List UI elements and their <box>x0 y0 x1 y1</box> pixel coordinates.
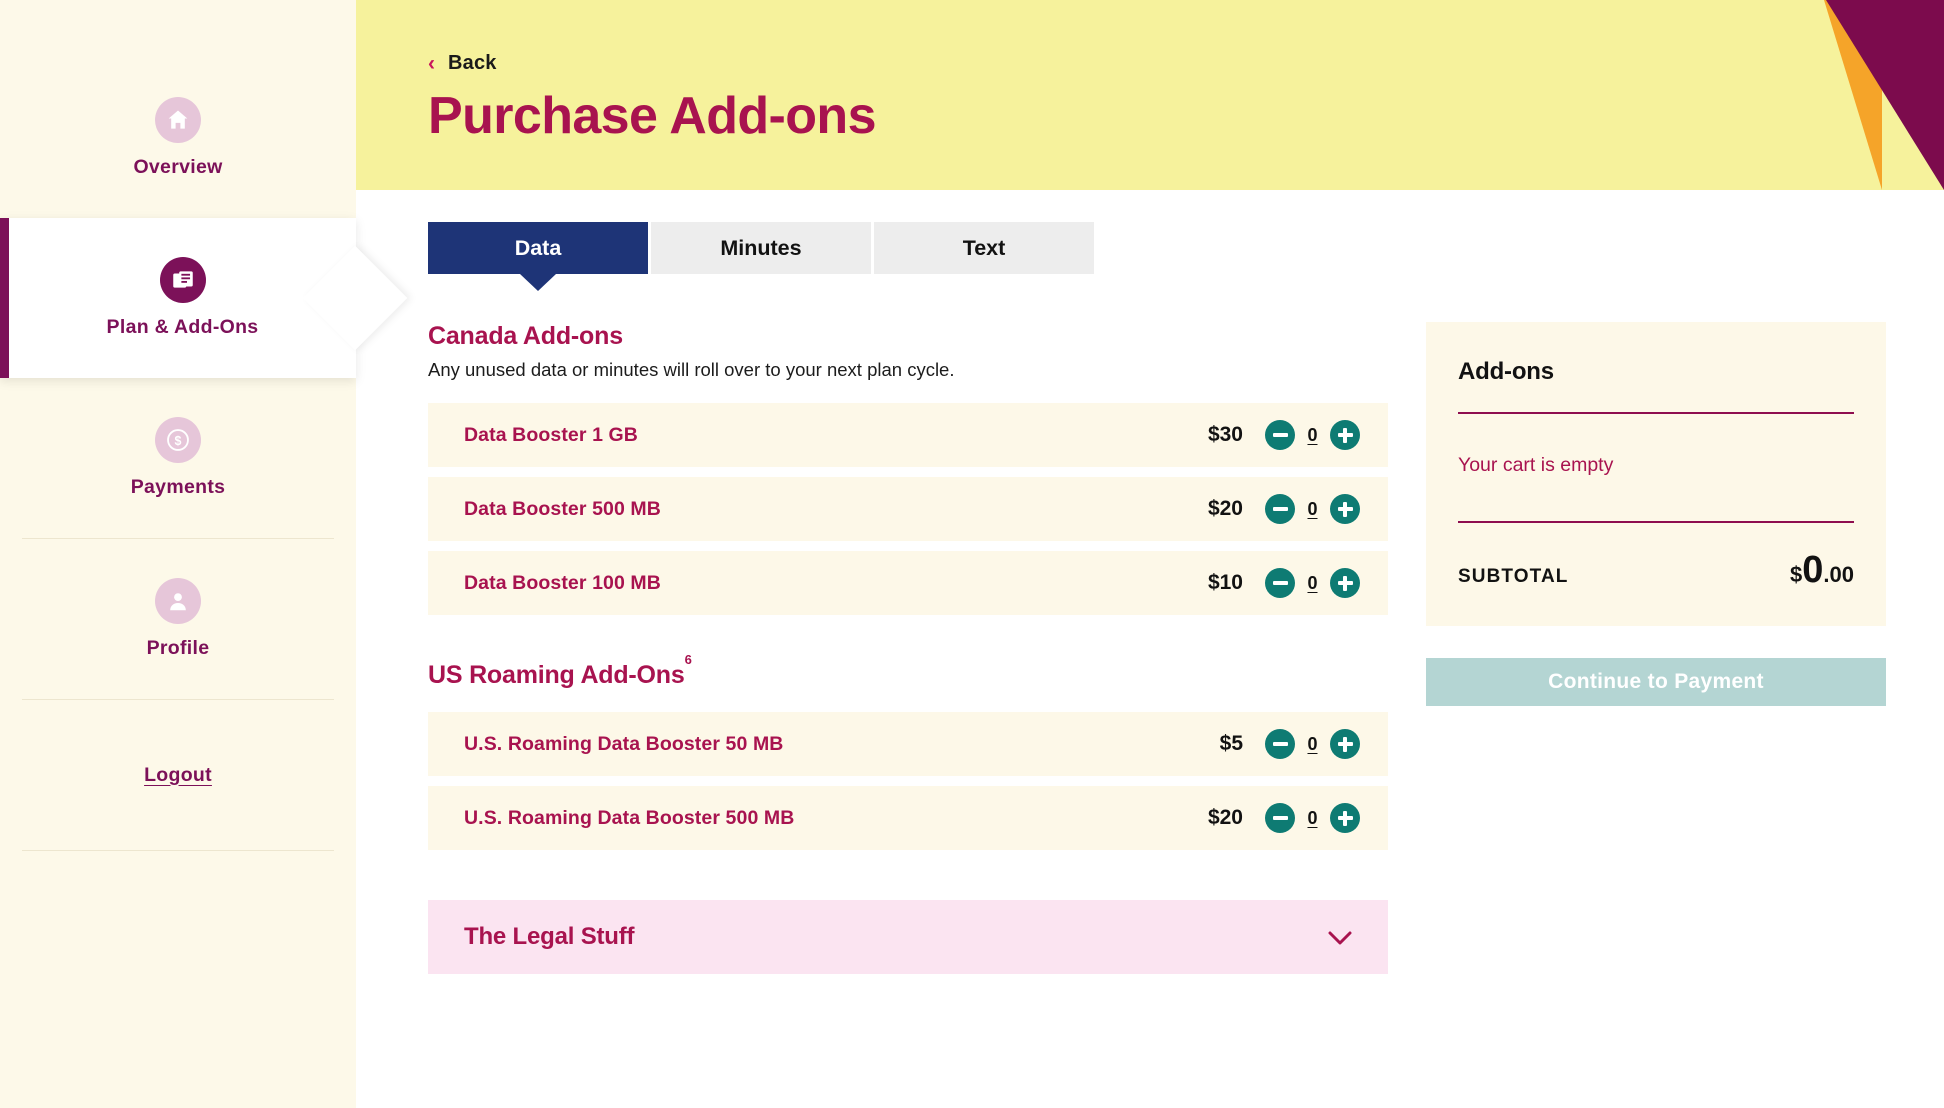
back-button[interactable]: ‹ Back <box>428 52 497 75</box>
subtotal-currency: $ <box>1790 562 1803 587</box>
quantity-stepper: 0 <box>1265 803 1360 833</box>
quantity-stepper: 0 <box>1265 729 1360 759</box>
legal-stuff-title: The Legal Stuff <box>464 923 635 950</box>
sidebar-item-label: Payments <box>130 476 226 498</box>
addon-price: $5 <box>1219 732 1243 755</box>
sidebar-item-label: Plan & Add-Ons <box>106 316 259 338</box>
tab-label: Data <box>514 235 562 260</box>
logout-container: Logout <box>0 700 356 850</box>
section-canada-addons: Canada Add-ons Any unused data or minute… <box>428 322 1388 615</box>
decrement-button[interactable] <box>1265 803 1295 833</box>
quantity-stepper: 0 <box>1265 568 1360 598</box>
quantity-value[interactable]: 0 <box>1304 808 1321 829</box>
increment-button[interactable] <box>1330 803 1360 833</box>
addon-price: $30 <box>1207 423 1243 446</box>
sidebar-divider <box>22 850 334 851</box>
addon-list: Data Booster 1 GB $30 0 Data Booster 500… <box>428 403 1388 615</box>
cart-divider-top <box>1458 412 1854 414</box>
home-icon <box>155 97 201 143</box>
addon-name: U.S. Roaming Data Booster 500 MB <box>464 806 795 829</box>
content-area: Data Minutes Text Canada Add-ons Any unu… <box>356 190 1944 974</box>
section-us-roaming-addons: US Roaming Add-Ons6 U.S. Roaming Data Bo… <box>428 651 1388 850</box>
cart-divider-bottom <box>1458 521 1854 523</box>
dollar-coin-icon: $ <box>155 417 201 463</box>
addon-name: U.S. Roaming Data Booster 50 MB <box>464 732 784 755</box>
sidebar-item-overview[interactable]: Overview <box>0 58 356 218</box>
addon-price: $20 <box>1207 806 1243 829</box>
quantity-stepper: 0 <box>1265 494 1360 524</box>
decrement-button[interactable] <box>1265 420 1295 450</box>
tab-bar: Data Minutes Text <box>428 222 1094 274</box>
decrement-button[interactable] <box>1265 729 1295 759</box>
app-root: Overview Plan & Add-Ons $ Payments Profi… <box>0 0 1944 1108</box>
decrement-button[interactable] <box>1265 568 1295 598</box>
subtotal-value: $0.00 <box>1790 549 1854 592</box>
page-header: ‹ Back Purchase Add-ons <box>356 0 1944 190</box>
chevron-left-icon: ‹ <box>428 52 435 75</box>
addon-name: Data Booster 1 GB <box>464 423 638 446</box>
main-content: ‹ Back Purchase Add-ons Data Minutes Tex… <box>356 0 1944 1108</box>
sidebar-item-label: Profile <box>146 637 210 659</box>
subtotal-cents: .00 <box>1823 562 1854 587</box>
sidebar-item-plan-and-add-ons[interactable]: Plan & Add-Ons <box>0 218 356 378</box>
person-icon <box>155 578 201 624</box>
addon-price: $20 <box>1207 497 1243 520</box>
table-row: U.S. Roaming Data Booster 50 MB $5 0 <box>428 712 1388 776</box>
back-label: Back <box>448 52 497 74</box>
increment-button[interactable] <box>1330 494 1360 524</box>
quantity-value[interactable]: 0 <box>1304 499 1321 520</box>
addons-column: Canada Add-ons Any unused data or minute… <box>428 322 1388 974</box>
table-row: Data Booster 1 GB $30 0 <box>428 403 1388 467</box>
tab-label: Minutes <box>720 235 802 260</box>
quantity-value[interactable]: 0 <box>1304 734 1321 755</box>
quantity-stepper: 0 <box>1265 420 1360 450</box>
header-inner: ‹ Back Purchase Add-ons <box>356 0 1944 144</box>
table-row: U.S. Roaming Data Booster 500 MB $20 0 <box>428 786 1388 850</box>
addon-price: $10 <box>1207 571 1243 594</box>
continue-to-payment-label: Continue to Payment <box>1548 670 1764 693</box>
increment-button[interactable] <box>1330 729 1360 759</box>
subtotal-label: SUBTOTAL <box>1458 566 1569 587</box>
table-row: Data Booster 100 MB $10 0 <box>428 551 1388 615</box>
section-subtitle: Any unused data or minutes will roll ove… <box>428 359 955 380</box>
tab-minutes[interactable]: Minutes <box>651 222 874 274</box>
document-icon <box>159 257 206 303</box>
addon-list: U.S. Roaming Data Booster 50 MB $5 0 U.S… <box>428 712 1388 850</box>
decrement-button[interactable] <box>1265 494 1295 524</box>
subtotal-row: SUBTOTAL $0.00 <box>1458 549 1854 592</box>
tab-label: Text <box>962 235 1006 260</box>
section-title: US Roaming Add-Ons6 <box>428 651 692 689</box>
cart-panel: Add-ons Your cart is empty SUBTOTAL $0.0… <box>1426 322 1886 626</box>
quantity-value[interactable]: 0 <box>1304 425 1321 446</box>
logout-link[interactable]: Logout <box>144 764 212 787</box>
svg-text:$: $ <box>175 434 182 448</box>
addon-name: Data Booster 500 MB <box>464 497 661 520</box>
subtotal-whole: 0 <box>1802 549 1824 591</box>
footnote-marker: 6 <box>684 651 692 667</box>
continue-to-payment-button[interactable]: Continue to Payment <box>1426 658 1886 706</box>
section-title: Canada Add-ons <box>428 322 623 350</box>
table-row: Data Booster 500 MB $20 0 <box>428 477 1388 541</box>
cart-title: Add-ons <box>1458 358 1554 385</box>
tab-data[interactable]: Data <box>428 222 651 274</box>
increment-button[interactable] <box>1330 420 1360 450</box>
quantity-value[interactable]: 0 <box>1304 573 1321 594</box>
tab-text[interactable]: Text <box>874 222 1094 274</box>
cart-column: Add-ons Your cart is empty SUBTOTAL $0.0… <box>1426 322 1886 974</box>
page-title: Purchase Add-ons <box>428 87 876 145</box>
sidebar-item-payments[interactable]: $ Payments <box>0 378 356 538</box>
cart-empty-message: Your cart is empty <box>1458 454 1614 476</box>
increment-button[interactable] <box>1330 568 1360 598</box>
addon-name: Data Booster 100 MB <box>464 571 661 594</box>
sidebar: Overview Plan & Add-Ons $ Payments Profi… <box>0 0 356 1108</box>
chevron-down-icon <box>1328 924 1352 950</box>
sidebar-item-profile[interactable]: Profile <box>0 539 356 699</box>
sidebar-item-label: Overview <box>133 156 223 178</box>
legal-stuff-accordion[interactable]: The Legal Stuff <box>428 900 1388 974</box>
columns: Canada Add-ons Any unused data or minute… <box>428 322 1944 974</box>
